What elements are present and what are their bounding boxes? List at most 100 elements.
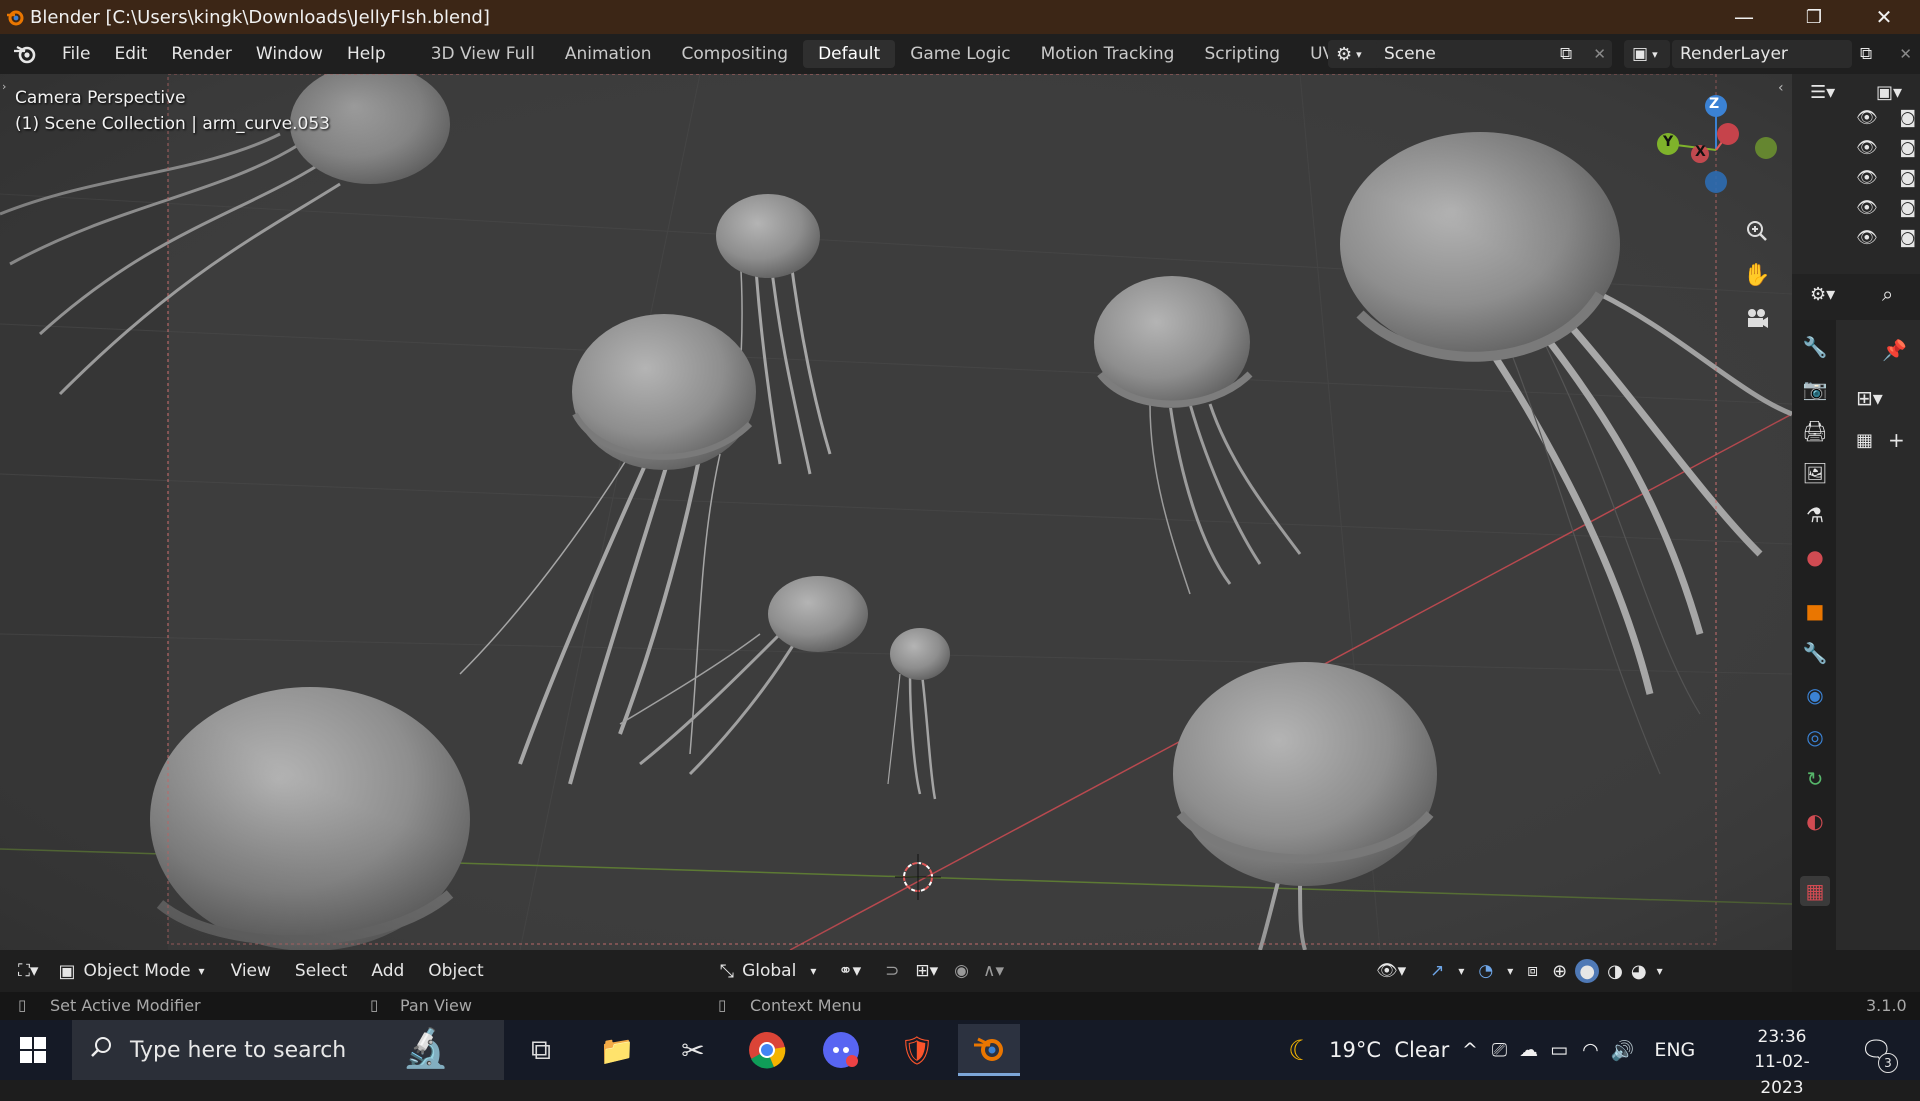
task-view-icon[interactable]: ⧉ <box>510 1024 572 1076</box>
texture-node-icon[interactable]: ⊞▾ <box>1856 386 1883 410</box>
snipping-tool-icon[interactable]: ✂ <box>662 1024 724 1076</box>
xray-toggle-icon[interactable]: ⧈ <box>1515 961 1550 981</box>
gizmo-options-icon[interactable]: ▾ <box>1456 964 1466 978</box>
eye-icon[interactable]: 👁 <box>1856 198 1878 228</box>
render-layer-field[interactable]: RenderLayer <box>1672 40 1852 68</box>
discord-icon[interactable] <box>810 1024 872 1076</box>
delete-scene-icon[interactable]: ✕ <box>1593 45 1606 63</box>
object-tab-icon[interactable]: ■ <box>1802 598 1828 624</box>
tab-motion-tracking[interactable]: Motion Tracking <box>1026 40 1190 68</box>
eye-icon[interactable]: 👁 <box>1856 168 1878 198</box>
snap-increment-icon[interactable]: ⊞▾ <box>911 961 942 981</box>
tab-default[interactable]: Default <box>803 40 896 68</box>
delete-layer-icon[interactable]: ✕ <box>1899 45 1912 63</box>
proportional-edit-icon[interactable]: ◉ <box>942 961 981 981</box>
pivot-point-icon[interactable]: ⚭▾ <box>826 961 873 981</box>
menu-render[interactable]: Render <box>159 44 244 64</box>
shading-options-icon[interactable]: ▾ <box>1657 964 1663 978</box>
menu-help[interactable]: Help <box>335 44 398 64</box>
physics-tab-icon[interactable]: ◎ <box>1802 724 1828 750</box>
render-camera-icon[interactable]: ◙ <box>1900 168 1917 198</box>
render-camera-icon[interactable]: ◙ <box>1900 228 1917 258</box>
tab-scripting[interactable]: Scripting <box>1189 40 1295 68</box>
texture-tab-icon[interactable]: ▦ <box>1800 876 1830 906</box>
weather-widget[interactable]: ☾ 19°C Clear <box>1288 1020 1449 1080</box>
toolbar-expand-icon[interactable]: › <box>2 80 6 93</box>
modifier-tab-icon[interactable]: 🔧 <box>1802 640 1828 666</box>
wifi-icon[interactable]: ◠ <box>1582 1039 1599 1061</box>
duplicate-layer-icon[interactable]: ⧉ <box>1860 44 1872 64</box>
visibility-selectability-icon[interactable]: 👁▾ <box>1364 961 1418 981</box>
object-mode-dropdown[interactable]: ▣ Object Mode ▾ <box>58 961 204 982</box>
brave-browser-icon[interactable]: 🛡 <box>886 1024 948 1076</box>
taskbar-search-box[interactable]: Type here to search 🔬 <box>72 1020 504 1080</box>
tab-3d-view-full[interactable]: 3D View Full <box>416 40 550 68</box>
tab-compositing[interactable]: Compositing <box>667 40 804 68</box>
menu-edit[interactable]: Edit <box>102 44 159 64</box>
blender-menu-icon[interactable] <box>12 43 40 65</box>
view-menu[interactable]: View <box>219 961 283 981</box>
clock[interactable]: 23:36 11-02-2023 <box>1734 1025 1830 1101</box>
particles-tab-icon[interactable]: ◉ <box>1802 682 1828 708</box>
language-indicator[interactable]: ENG <box>1654 1039 1695 1061</box>
output-tab-icon[interactable]: 🖨 <box>1802 418 1828 444</box>
eye-icon[interactable]: 👁 <box>1856 138 1878 168</box>
3d-viewport[interactable]: Camera Perspective (1) Scene Collection … <box>0 74 1792 950</box>
new-texture-icon[interactable]: + <box>1888 428 1905 452</box>
file-explorer-icon[interactable]: 📁 <box>586 1024 648 1076</box>
view-layer-tab-icon[interactable]: 🖼 <box>1802 460 1828 486</box>
texture-checker-icon[interactable]: ▦ <box>1856 430 1873 451</box>
render-tab-icon[interactable]: 📷 <box>1802 376 1828 402</box>
chevron-up-icon[interactable]: ^ <box>1462 1039 1478 1061</box>
windows-start-icon[interactable] <box>20 1037 46 1067</box>
material-tab-icon[interactable]: ◐ <box>1802 808 1828 834</box>
world-tab-icon[interactable]: ● <box>1802 544 1828 570</box>
object-menu[interactable]: Object <box>416 961 495 981</box>
shading-wireframe-icon[interactable]: ⊕ <box>1552 961 1567 982</box>
blender-taskbar-icon[interactable] <box>958 1024 1020 1076</box>
outliner-display-mode-icon[interactable]: ☰▾ <box>1810 82 1835 103</box>
volume-icon[interactable]: 🔊 <box>1611 1039 1635 1062</box>
transform-orientation-dropdown[interactable]: ⤡ Global ▾ <box>720 961 817 982</box>
gizmo-toggle-icon[interactable]: ↗ <box>1418 961 1456 981</box>
scene-tab-icon[interactable]: ⚗ <box>1802 502 1828 528</box>
editor-type-icon[interactable]: ⛶▾ <box>6 961 50 981</box>
tab-animation[interactable]: Animation <box>550 40 667 68</box>
duplicate-scene-icon[interactable]: ⧉ <box>1560 44 1572 64</box>
tab-game-logic[interactable]: Game Logic <box>895 40 1025 68</box>
menu-window[interactable]: Window <box>244 44 335 64</box>
constraints-tab-icon[interactable]: ↻ <box>1802 766 1828 792</box>
outliner-filter-icon[interactable]: ▣▾ <box>1876 82 1902 103</box>
tool-tab-icon[interactable]: 🔧 <box>1802 334 1828 360</box>
restore-button[interactable]: ❐ <box>1778 0 1850 34</box>
render-camera-icon[interactable]: ◙ <box>1900 138 1917 168</box>
render-camera-icon[interactable]: ◙ <box>1900 198 1917 228</box>
meet-now-icon[interactable]: ⎚ <box>1492 1039 1507 1061</box>
chrome-icon[interactable] <box>736 1024 798 1076</box>
shading-solid-icon[interactable]: ● <box>1575 959 1600 983</box>
onedrive-icon[interactable]: ☁ <box>1519 1039 1538 1061</box>
minimize-button[interactable]: — <box>1708 0 1780 34</box>
add-menu[interactable]: Add <box>359 961 416 981</box>
snap-toggle-icon[interactable]: ⊃ <box>873 961 911 981</box>
properties-tabs: 🔧 📷 🖨 🖼 ⚗ ● ■ 🔧 ◉ ◎ ↻ ◐ ▦ <box>1792 320 1836 950</box>
properties-search-icon[interactable]: ⌕ <box>1882 282 1893 306</box>
overlays-options-icon[interactable]: ▾ <box>1505 964 1515 978</box>
menu-file[interactable]: File <box>50 44 102 64</box>
proportional-falloff-icon[interactable]: ∧▾ <box>981 961 1006 981</box>
camera-view-icon[interactable] <box>1738 300 1776 338</box>
eye-icon[interactable]: 👁 <box>1856 108 1878 138</box>
pin-icon[interactable]: 📌 <box>1882 338 1907 362</box>
close-button[interactable]: ✕ <box>1848 0 1920 34</box>
zoom-icon[interactable] <box>1738 212 1776 250</box>
shading-material-icon[interactable]: ◑ <box>1607 961 1623 982</box>
eye-icon[interactable]: 👁 <box>1856 228 1878 258</box>
shading-rendered-icon[interactable]: ◕ <box>1631 961 1647 982</box>
render-camera-icon[interactable]: ◙ <box>1900 108 1917 138</box>
pan-hand-icon[interactable]: ✋ <box>1738 256 1776 294</box>
battery-icon[interactable]: ▭ <box>1550 1039 1568 1061</box>
select-menu[interactable]: Select <box>283 961 359 981</box>
overlays-toggle-icon[interactable]: ◔ <box>1466 961 1505 981</box>
view-layer-selector-button[interactable]: ▣ ▾ <box>1624 40 1670 68</box>
properties-editor-type-icon[interactable]: ⚙▾ <box>1810 284 1835 305</box>
